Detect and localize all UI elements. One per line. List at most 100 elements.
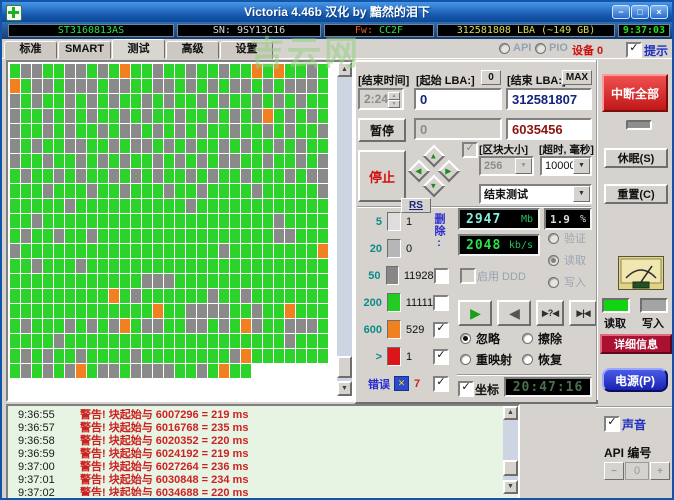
step-back-button[interactable]: ◀: [497, 300, 531, 326]
legend-category-checkbox[interactable]: ✓: [433, 375, 449, 392]
end-time-spinner[interactable]: 2:24 ▲ ▼: [358, 88, 404, 110]
action-radio-button[interactable]: [522, 354, 533, 365]
log-scroll-up-icon[interactable]: ▲: [503, 406, 518, 420]
after-test-combo[interactable]: 结束测试 ▼: [479, 184, 592, 204]
grid-scroll-up-icon[interactable]: ▲: [337, 62, 352, 77]
grid-cell: [98, 274, 108, 288]
grid-cell: [241, 334, 251, 348]
grid-cell: [241, 349, 251, 363]
grid-cell: [76, 364, 86, 378]
legend-category-checkbox[interactable]: [433, 294, 449, 311]
grid-cell: [109, 349, 119, 363]
error-icon: ✕: [394, 376, 409, 391]
grid-cell: [197, 244, 207, 258]
action-radio-button[interactable]: [460, 354, 471, 365]
action-radio-擦除[interactable]: 擦除: [522, 332, 590, 346]
grid-scroll-down-icon[interactable]: ▼: [337, 381, 352, 396]
api-minus-button[interactable]: −: [604, 462, 624, 480]
action-radio-忽略[interactable]: 忽略: [460, 332, 522, 346]
grid-cell: [120, 109, 130, 123]
grid-cell: [76, 229, 86, 243]
grid-cell: [76, 184, 86, 198]
grid-cell: [120, 94, 130, 108]
grid-cell: [43, 79, 53, 93]
legend-category-checkbox[interactable]: ✓: [433, 348, 449, 365]
grid-cell: [153, 334, 163, 348]
close-button[interactable]: ×: [650, 5, 668, 19]
max-lba-button[interactable]: MAX: [562, 70, 592, 85]
grid-cell: [43, 139, 53, 153]
log-scroll-thumb[interactable]: [503, 460, 518, 476]
sleep-button[interactable]: 休眠(S): [604, 148, 668, 168]
minimize-button[interactable]: −: [612, 5, 630, 19]
grid-cell: [241, 109, 251, 123]
timeout-combo[interactable]: 10000 ▼: [540, 156, 592, 176]
coordinates-checkbox[interactable]: ✓: [458, 381, 474, 397]
grid-scroll-thumb[interactable]: [337, 356, 352, 378]
play-button[interactable]: ▶: [458, 300, 492, 326]
tab-标准[interactable]: 标准: [4, 41, 57, 59]
log-time: 9:37:02: [18, 487, 55, 496]
power-button[interactable]: 电源(P): [602, 368, 668, 392]
grid-cell: [241, 154, 251, 168]
grid-row: [10, 289, 329, 304]
action-radio-恢复[interactable]: 恢复: [522, 353, 590, 367]
seek-question-button[interactable]: ▶?◀: [536, 300, 564, 326]
end-lba-input[interactable]: 312581807: [506, 88, 592, 110]
details-button[interactable]: 详细信息: [600, 334, 672, 354]
api-plus-button[interactable]: +: [650, 462, 670, 480]
grid-cell: [21, 349, 31, 363]
grid-cell: [43, 319, 53, 333]
dropdown-icon[interactable]: ▼: [573, 158, 590, 174]
grid-cell: [21, 214, 31, 228]
action-radio-button[interactable]: [460, 333, 471, 344]
grid-cell: [241, 244, 251, 258]
hint-checkbox[interactable]: ✓: [626, 42, 642, 58]
grid-cell: [241, 169, 251, 183]
tab-设置[interactable]: 设置: [220, 41, 273, 59]
grid-cell: [120, 199, 130, 213]
dropdown-icon[interactable]: ▼: [573, 186, 590, 202]
mode-radio-button: [548, 277, 559, 288]
action-radio-button[interactable]: [522, 333, 533, 344]
stop-button[interactable]: 停止: [358, 150, 406, 202]
log-scroll-down-icon[interactable]: ▼: [503, 480, 518, 494]
grid-cell: [307, 274, 317, 288]
action-radio-重映射[interactable]: 重映射: [460, 353, 522, 367]
legend-scale: 错误: [368, 378, 390, 391]
grid-scrollbar[interactable]: ▲ ▼: [337, 62, 352, 396]
grid-cell: [175, 184, 185, 198]
grid-cell: [109, 79, 119, 93]
spinner-up-icon[interactable]: ▲: [388, 92, 400, 100]
grid-cell: [285, 334, 295, 348]
abort-all-button[interactable]: 中断全部: [602, 74, 668, 112]
spinner-arrows[interactable]: ▲ ▼: [388, 92, 400, 108]
legend-swatch: [387, 347, 401, 366]
sound-checkbox[interactable]: ✓: [604, 416, 620, 432]
legend-category-checkbox[interactable]: ✓: [433, 321, 449, 338]
grid-cell: [153, 244, 163, 258]
log-scrollbar[interactable]: ▲ ▼: [503, 406, 518, 494]
grid-cell: [197, 139, 207, 153]
grid-cell: [318, 244, 328, 258]
grid-cell: [32, 124, 42, 138]
spinner-down-icon[interactable]: ▼: [388, 100, 400, 108]
grid-cell: [164, 319, 174, 333]
seek-edge-button[interactable]: ▶|◀: [569, 300, 597, 326]
grid-cell: [252, 64, 262, 78]
tab-测试[interactable]: 测试: [112, 39, 165, 59]
tab-SMART[interactable]: SMART: [58, 41, 111, 59]
zero-lba-button[interactable]: 0: [481, 70, 501, 85]
maximize-button[interactable]: □: [631, 5, 649, 19]
processed-unit: Mb: [520, 213, 533, 225]
reset-button[interactable]: 重置(C): [604, 184, 668, 204]
grid-cell: [296, 229, 306, 243]
pause-button[interactable]: 暂停: [358, 118, 406, 142]
title-bar[interactable]: Victoria 4.46b 汉化 by 黯然的泪下 − □ ×: [2, 2, 672, 22]
grid-cell: [230, 154, 240, 168]
start-lba-input[interactable]: 0: [414, 88, 502, 110]
action-radio-label: 重映射: [476, 353, 513, 367]
pio-radio[interactable]: [535, 43, 546, 54]
tab-高级[interactable]: 高级: [166, 41, 219, 59]
api-radio[interactable]: [499, 43, 510, 54]
